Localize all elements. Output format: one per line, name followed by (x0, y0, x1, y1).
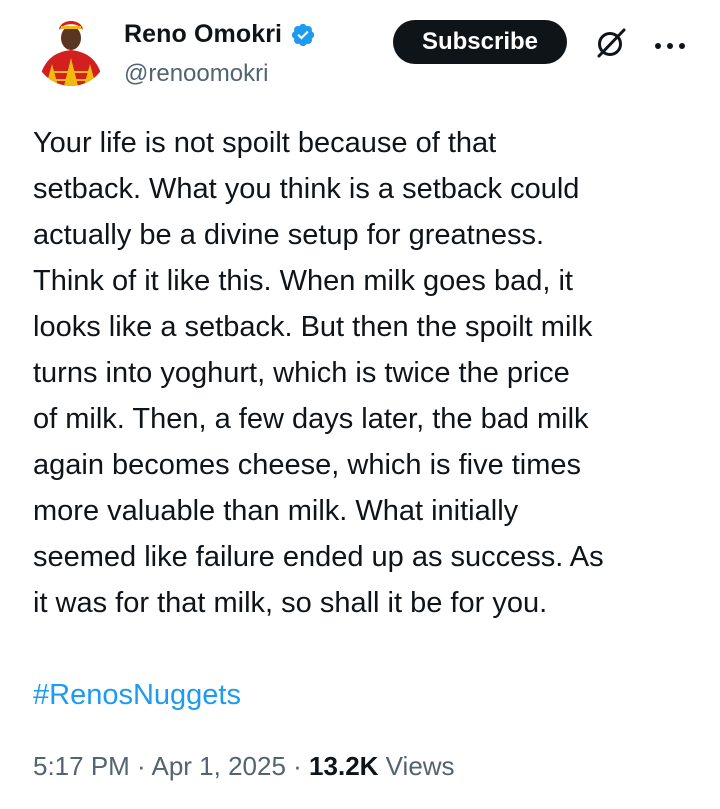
tweet-text: Your life is not spoilt because of that … (33, 127, 604, 619)
hashtag-link[interactable]: #RenosNuggets (33, 672, 241, 718)
tweet-time[interactable]: 5:17 PM (33, 751, 130, 781)
author-handle[interactable]: @renoomokri (124, 60, 268, 88)
grok-icon[interactable] (594, 26, 628, 60)
tweet-meta: 5:17 PM · Apr 1, 2025 · 13.2K Views (33, 746, 455, 786)
views-count[interactable]: 13.2K (309, 751, 378, 781)
avatar[interactable] (34, 12, 108, 86)
avatar-image (34, 12, 108, 86)
more-options-icon[interactable] (652, 38, 688, 49)
views-label: Views (385, 751, 455, 781)
subscribe-button[interactable]: Subscribe (393, 20, 567, 64)
tweet-date[interactable]: Apr 1, 2025 (152, 751, 286, 781)
meta-separator: · (285, 751, 310, 781)
author-name[interactable]: Reno Omokri (124, 20, 282, 49)
verified-badge-icon (290, 22, 316, 48)
meta-separator: · (129, 751, 152, 781)
author-name-row[interactable]: Reno Omokri (124, 20, 316, 49)
